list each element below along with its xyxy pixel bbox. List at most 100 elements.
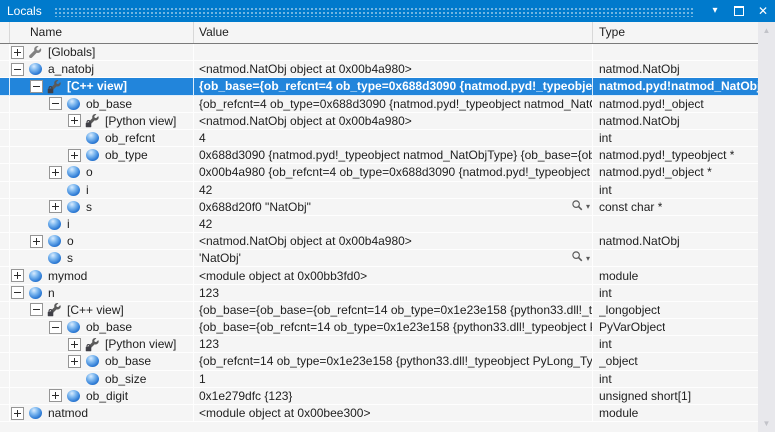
variable-value: <module object at 0x00bee300> [199, 406, 370, 420]
variable-icon-slot [47, 216, 62, 231]
vertical-scrollbar[interactable]: ▲ ▼ [758, 22, 775, 432]
value-cell[interactable]: 123 [194, 336, 593, 352]
variable-icon-slot [28, 268, 43, 283]
expand-toggle[interactable] [49, 97, 62, 110]
value-cell[interactable]: 0x688d20f0 "NatObj" ▾ [194, 199, 593, 215]
scrollbar-up-icon[interactable]: ▲ [758, 22, 775, 39]
expand-toggle[interactable] [11, 269, 24, 282]
text-visualizer-button[interactable]: ▾ [571, 199, 590, 215]
value-cell[interactable]: 0x00b4a980 {ob_refcnt=4 ob_type=0x688d30… [194, 164, 593, 180]
table-row[interactable]: [Globals] [0, 44, 758, 61]
value-cell[interactable]: 42 [194, 216, 593, 232]
value-cell[interactable]: <module object at 0x00bee300> [194, 405, 593, 421]
drag-handle-dots [54, 7, 693, 17]
variable-name: s [86, 200, 92, 214]
value-cell[interactable]: 42 [194, 182, 593, 198]
expand-toggle[interactable] [30, 80, 43, 93]
table-row[interactable]: i 42 [0, 216, 758, 233]
table-row[interactable]: ob_refcnt 4 int [0, 130, 758, 147]
name-cell: o [10, 164, 194, 180]
value-cell[interactable]: {ob_base={ob_refcnt=14 ob_type=0x1e23e15… [194, 319, 593, 335]
table-row[interactable]: [C++ view] {ob_base={ob_refcnt=4 ob_type… [0, 78, 758, 95]
variable-name: o [86, 165, 93, 179]
table-row[interactable]: a_natobj <natmod.NatObj object at 0x00b4… [0, 61, 758, 78]
table-row[interactable]: ob_size 1 int [0, 371, 758, 388]
row-gutter [0, 44, 10, 60]
value-cell[interactable]: <module object at 0x00bb3fd0> [194, 267, 593, 283]
value-cell[interactable]: 'NatObj' ▾ [194, 250, 593, 266]
value-cell[interactable]: 0x1e279dfc {123} [194, 388, 593, 404]
visualizer-dropdown-icon[interactable]: ▾ [586, 202, 590, 211]
expand-toggle[interactable] [49, 389, 62, 402]
magnifier-icon-slot [571, 250, 584, 266]
expand-toggle[interactable] [30, 235, 43, 248]
table-row[interactable]: ob_base {ob_base={ob_refcnt=14 ob_type=0… [0, 319, 758, 336]
variable-value: {ob_base={ob_refcnt=4 ob_type=0x688d3090… [199, 79, 592, 93]
table-row[interactable]: o <natmod.NatObj object at 0x00b4a980> n… [0, 233, 758, 250]
value-cell[interactable]: <natmod.NatObj object at 0x00b4a980> [194, 233, 593, 249]
native-view-wrench-lock-icon [85, 337, 100, 352]
table-row[interactable]: s 'NatObj' ▾ [0, 250, 758, 267]
window-position-button[interactable]: ▾ [703, 0, 727, 22]
text-visualizer-button[interactable]: ▾ [571, 250, 590, 266]
column-header-value[interactable]: Value [194, 22, 593, 43]
variable-value: 'NatObj' [199, 251, 241, 265]
table-row[interactable]: ob_type 0x688d3090 {natmod.pyd!_typeobje… [0, 147, 758, 164]
value-cell[interactable]: <natmod.NatObj object at 0x00b4a980> [194, 113, 593, 129]
variable-name: ob_base [86, 320, 132, 334]
value-cell[interactable]: 4 [194, 130, 593, 146]
tree-indent [10, 309, 30, 310]
expand-toggle[interactable] [11, 286, 24, 299]
variable-type: _object [599, 354, 638, 368]
expand-toggle[interactable] [11, 407, 24, 420]
table-row[interactable]: n 123 int [0, 285, 758, 302]
value-cell[interactable]: 123 [194, 285, 593, 301]
tree-indent [10, 258, 30, 259]
scrollbar-down-icon[interactable]: ▼ [758, 415, 775, 432]
value-cell[interactable]: {ob_base={ob_base={ob_refcnt=14 ob_type=… [194, 302, 593, 318]
table-row[interactable]: mymod <module object at 0x00bb3fd0> modu… [0, 267, 758, 284]
value-cell[interactable]: 1 [194, 371, 593, 387]
close-button[interactable]: ✕ [751, 0, 775, 22]
value-cell[interactable]: <natmod.NatObj object at 0x00b4a980> [194, 61, 593, 77]
expand-toggle[interactable] [49, 166, 62, 179]
expand-toggle[interactable] [49, 321, 62, 334]
expand-toggle[interactable] [30, 303, 43, 316]
column-header-name[interactable]: Name [10, 22, 194, 43]
value-cell[interactable]: {ob_refcnt=4 ob_type=0x688d3090 {natmod.… [194, 96, 593, 112]
expand-toggle[interactable] [11, 63, 24, 76]
table-row[interactable]: i 42 int [0, 182, 758, 199]
type-cell: natmod.pyd!natmod_NatObjObject [593, 78, 758, 94]
tree-indent [10, 86, 30, 87]
value-cell[interactable] [194, 44, 593, 60]
titlebar[interactable]: Locals ▾ ✕ [0, 0, 775, 22]
native-view-wrench-lock-icon [47, 302, 62, 317]
expand-toggle[interactable] [68, 338, 81, 351]
visualizer-dropdown-icon[interactable]: ▾ [586, 254, 590, 263]
table-row[interactable]: [Python view] 123 int [0, 336, 758, 353]
value-cell[interactable]: 0x688d3090 {natmod.pyd!_typeobject natmo… [194, 147, 593, 163]
table-row[interactable]: ob_base {ob_refcnt=4 ob_type=0x688d3090 … [0, 96, 758, 113]
table-row[interactable]: o 0x00b4a980 {ob_refcnt=4 ob_type=0x688d… [0, 164, 758, 181]
table-row[interactable]: ob_base {ob_refcnt=14 ob_type=0x1e23e158… [0, 353, 758, 370]
expand-toggle[interactable] [49, 200, 62, 213]
column-header-type[interactable]: Type [593, 22, 758, 43]
row-gutter [0, 353, 10, 369]
value-cell[interactable]: {ob_refcnt=14 ob_type=0x1e23e158 {python… [194, 353, 593, 369]
expand-toggle[interactable] [68, 114, 81, 127]
table-row[interactable]: [Python view] <natmod.NatObj object at 0… [0, 113, 758, 130]
table-row[interactable]: ob_digit 0x1e279dfc {123} unsigned short… [0, 388, 758, 405]
type-cell: int [593, 182, 758, 198]
value-cell[interactable]: {ob_base={ob_refcnt=4 ob_type=0x688d3090… [194, 78, 593, 94]
expand-toggle[interactable] [68, 149, 81, 162]
variable-icon-slot [66, 320, 81, 335]
table-row[interactable]: [C++ view] {ob_base={ob_base={ob_refcnt=… [0, 302, 758, 319]
expand-toggle[interactable] [11, 46, 24, 59]
variable-value: <module object at 0x00bb3fd0> [199, 269, 367, 283]
python-object-icon [67, 98, 80, 110]
maximize-button[interactable] [727, 0, 751, 22]
table-row[interactable]: s 0x688d20f0 "NatObj" ▾ const char * [0, 199, 758, 216]
table-row[interactable]: natmod <module object at 0x00bee300> mod… [0, 405, 758, 422]
expand-toggle[interactable] [68, 355, 81, 368]
close-icon: ✕ [758, 5, 768, 17]
